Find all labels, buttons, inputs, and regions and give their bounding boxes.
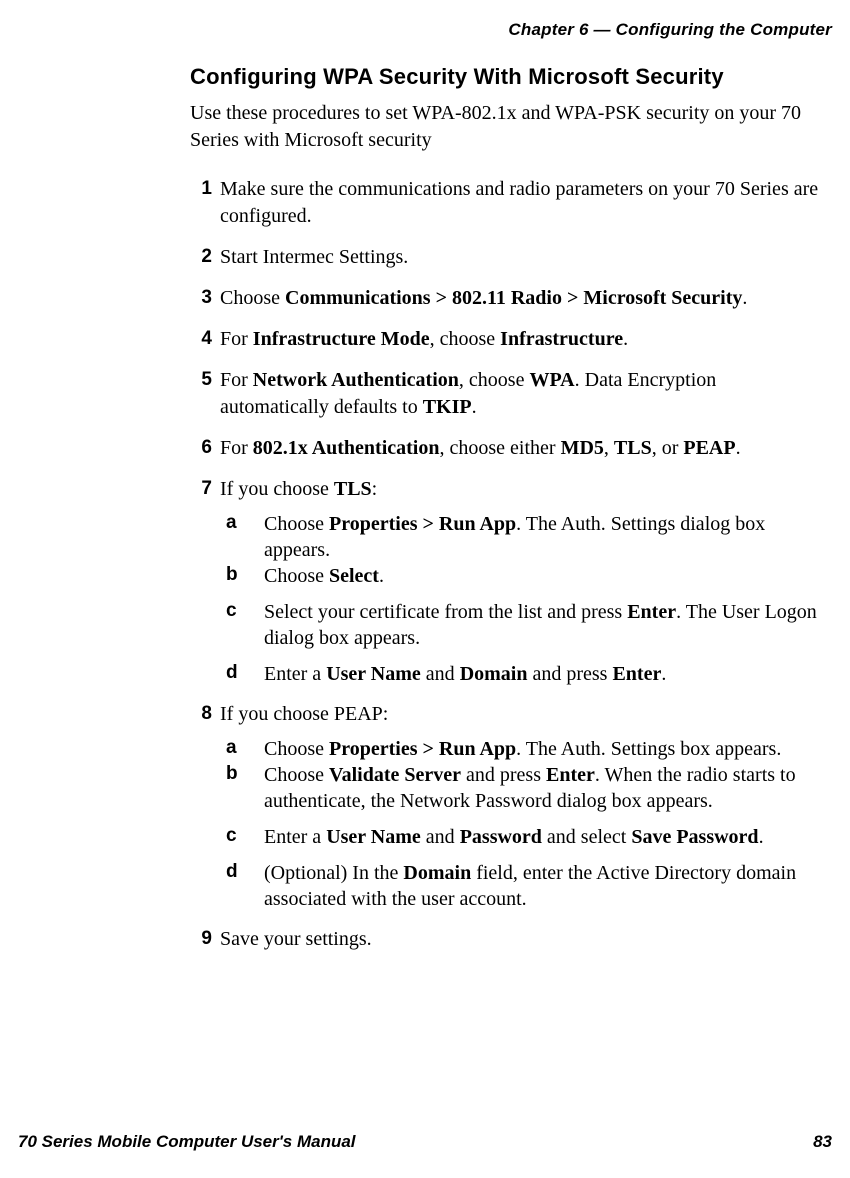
step-7d: Enter a User Name and Domain and press E… (220, 661, 822, 687)
content-block: Configuring WPA Security With Microsoft … (190, 64, 822, 953)
page: Chapter 6 — Configuring the Computer Con… (0, 0, 850, 1178)
text: . (472, 396, 477, 418)
text: and press (461, 764, 546, 786)
text: Choose (264, 565, 329, 587)
bold: Domain (460, 663, 528, 685)
step-7-substeps: Choose Properties > Run App. The Auth. S… (220, 511, 822, 687)
bold: User Name (326, 826, 421, 848)
bold: Domain (403, 862, 471, 884)
text: If you choose (220, 478, 334, 500)
step-8b: Choose Validate Server and press Enter. … (220, 762, 822, 814)
bold: MD5 (561, 437, 604, 459)
running-head: Chapter 6 — Configuring the Computer (18, 20, 832, 40)
bold: PEAP (683, 437, 735, 459)
bold: Properties > Run App (329, 513, 516, 535)
step-9: Save your settings. (190, 926, 822, 953)
text: Enter a (264, 663, 326, 685)
text: and select (542, 826, 631, 848)
bold: TKIP (423, 396, 472, 418)
text: . The Auth. Settings box appears. (516, 738, 781, 760)
text: . (623, 328, 628, 350)
bold: Properties > Run App (329, 738, 516, 760)
text: , or (652, 437, 684, 459)
step-7a: Choose Properties > Run App. The Auth. S… (220, 511, 822, 563)
bold: Network Authentication (253, 369, 459, 391)
text: and press (527, 663, 612, 685)
text: For (220, 437, 253, 459)
step-1: Make sure the communications and radio p… (190, 176, 822, 230)
text: Choose (220, 287, 285, 309)
step-7: If you choose TLS: Choose Properties > R… (190, 476, 822, 687)
bold: Validate Server (329, 764, 461, 786)
text: If you choose PEAP: (220, 703, 388, 725)
step-7b: Choose Select. (220, 563, 822, 589)
bold: Enter (546, 764, 595, 786)
text: (Optional) In the (264, 862, 403, 884)
intro-paragraph: Use these procedures to set WPA-802.1x a… (190, 100, 822, 154)
bold: User Name (326, 663, 421, 685)
text: , choose (430, 328, 501, 350)
footer-title: 70 Series Mobile Computer User's Manual (18, 1132, 356, 1152)
text: . (742, 287, 747, 309)
bold: Save Password (631, 826, 758, 848)
bold: TLS (334, 478, 372, 500)
bold: 802.1x Authentication (253, 437, 440, 459)
text: and (421, 826, 460, 848)
step-4: For Infrastructure Mode, choose Infrastr… (190, 326, 822, 353)
text: For (220, 328, 253, 350)
text: and (421, 663, 460, 685)
bold: Enter (627, 601, 676, 623)
step-5: For Network Authentication, choose WPA. … (190, 367, 822, 421)
step-8: If you choose PEAP: Choose Properties > … (190, 701, 822, 912)
text: . (736, 437, 741, 459)
step-8d: (Optional) In the Domain field, enter th… (220, 860, 822, 912)
numbered-steps: Make sure the communications and radio p… (190, 176, 822, 953)
text: . (759, 826, 764, 848)
section-title: Configuring WPA Security With Microsoft … (190, 64, 822, 90)
text: , choose (459, 369, 530, 391)
step-8c: Enter a User Name and Password and selec… (220, 824, 822, 850)
bold: Select (329, 565, 379, 587)
bold: TLS (614, 437, 652, 459)
step-3: Choose Communications > 802.11 Radio > M… (190, 285, 822, 312)
step-8a: Choose Properties > Run App. The Auth. S… (220, 736, 822, 762)
text: Choose (264, 513, 329, 535)
step-2: Start Intermec Settings. (190, 244, 822, 271)
text: For (220, 369, 253, 391)
text: . (379, 565, 384, 587)
bold: Password (460, 826, 542, 848)
text: Select your certificate from the list an… (264, 601, 627, 623)
bold: Enter (612, 663, 661, 685)
step-8-substeps: Choose Properties > Run App. The Auth. S… (220, 736, 822, 912)
text: Choose (264, 764, 329, 786)
bold-path: Communications > 802.11 Radio > Microsof… (285, 287, 742, 309)
text: Choose (264, 738, 329, 760)
step-6: For 802.1x Authentication, choose either… (190, 435, 822, 462)
text: . (661, 663, 666, 685)
bold: Infrastructure Mode (253, 328, 430, 350)
text: Enter a (264, 826, 326, 848)
text: , (604, 437, 614, 459)
bold: WPA (529, 369, 574, 391)
step-7c: Select your certificate from the list an… (220, 599, 822, 651)
text: : (372, 478, 378, 500)
page-footer: 70 Series Mobile Computer User's Manual … (18, 1132, 832, 1152)
footer-page-number: 83 (813, 1132, 832, 1152)
bold: Infrastructure (500, 328, 623, 350)
text: , choose either (439, 437, 560, 459)
